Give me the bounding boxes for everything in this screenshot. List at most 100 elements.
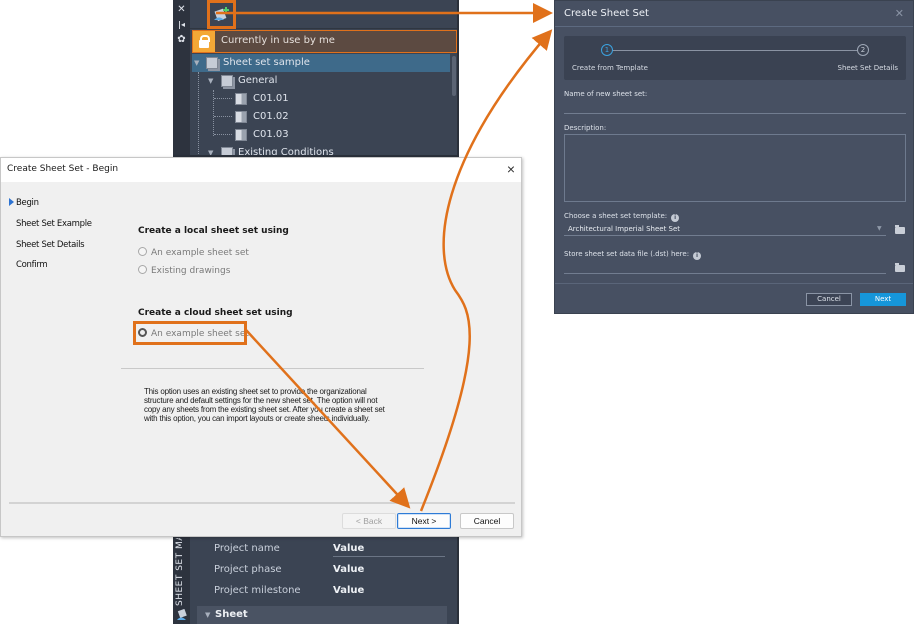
settings-icon[interactable]: ✿ xyxy=(176,34,187,45)
close-icon[interactable]: × xyxy=(507,161,515,177)
radio-label: An example sheet set xyxy=(151,248,249,258)
local-example-radio[interactable]: An example sheet set xyxy=(138,247,249,258)
create-sheet-set-dialog: Create Sheet Set ✕ 1 2 Create from Templ… xyxy=(554,0,914,314)
expand-icon[interactable]: ▼ xyxy=(208,144,213,155)
property-value[interactable]: Value xyxy=(333,564,364,575)
step-2-indicator: 2 xyxy=(857,44,869,56)
new-sheet-set-button[interactable] xyxy=(207,0,236,29)
lock-icon xyxy=(193,31,215,52)
property-label: Project milestone xyxy=(214,585,301,596)
tree-item-label: C01.03 xyxy=(253,129,289,140)
nav-step-confirm: Confirm xyxy=(16,260,48,270)
lock-status-text: Currently in use by me xyxy=(221,35,335,46)
dialog-header: Create Sheet Set ✕ xyxy=(555,1,913,27)
store-label-text: Store sheet set data file (.dst) here: xyxy=(564,250,690,258)
lock-status-bar: Currently in use by me xyxy=(192,30,457,53)
property-value[interactable]: Value xyxy=(333,585,364,596)
sheet-icon xyxy=(235,111,247,123)
tree-item-label: Existing Conditions xyxy=(238,147,334,157)
nav-step-begin: Begin xyxy=(16,198,39,208)
step-1-indicator: 1 xyxy=(601,44,613,56)
close-icon[interactable]: ✕ xyxy=(176,4,187,15)
next-button[interactable]: Next xyxy=(860,293,906,306)
sheet-set-manager-palette: ✕ |◂ ✿ Currently in use by me ▼ Sheet se… xyxy=(173,0,459,157)
cloud-section-header: Create a cloud sheet set using xyxy=(138,308,293,318)
collapse-icon[interactable]: ▼ xyxy=(205,606,210,624)
template-select-value[interactable]: Architectural Imperial Sheet Set xyxy=(568,225,680,233)
sheet-section-header[interactable]: ▼ Sheet xyxy=(197,606,447,624)
template-select[interactable] xyxy=(564,235,886,236)
cancel-button[interactable]: Cancel xyxy=(806,293,852,306)
palette-side-strip: SHEET SET MANAGER xyxy=(173,536,190,624)
new-sheet-set-icon xyxy=(214,7,229,22)
folder-icon[interactable] xyxy=(895,263,905,272)
radio-icon xyxy=(138,265,147,274)
subset-icon xyxy=(221,147,233,155)
folder-icon[interactable] xyxy=(895,225,905,234)
nav-step-sheet-set-example: Sheet Set Example xyxy=(16,219,92,229)
tree-item-sheet[interactable]: C01.03 xyxy=(192,126,450,144)
tree-item-subset[interactable]: ▼ General xyxy=(192,72,450,90)
back-button[interactable]: < Back xyxy=(342,513,396,529)
description-textarea[interactable] xyxy=(564,134,906,202)
step-1-label: Create from Template xyxy=(572,64,648,72)
palette-title: SHEET SET MANAGER xyxy=(175,538,185,606)
tree-scrollbar[interactable] xyxy=(452,56,456,96)
property-value[interactable]: Value xyxy=(333,543,364,554)
sheet-set-icon xyxy=(206,57,218,69)
property-value-underline xyxy=(333,556,445,557)
store-label: Store sheet set data file (.dst) here: i xyxy=(564,250,702,260)
tree-item-sheet-set[interactable]: ▼ Sheet set sample xyxy=(192,54,450,72)
stepper-line xyxy=(612,50,860,51)
tree-guide xyxy=(198,72,199,154)
option-description: This option uses an existing sheet set t… xyxy=(144,387,385,423)
close-icon[interactable]: ✕ xyxy=(895,7,904,20)
next-button[interactable]: Next > xyxy=(397,513,451,529)
palette-side-strip: ✕ |◂ ✿ xyxy=(173,0,190,155)
tree-item-sheet[interactable]: C01.01 xyxy=(192,90,450,108)
tree-item-label: C01.01 xyxy=(253,93,289,104)
tree-item-sheet[interactable]: C01.02 xyxy=(192,108,450,126)
info-icon[interactable]: i xyxy=(693,252,702,260)
expand-icon[interactable]: ▼ xyxy=(194,54,199,72)
existing-drawings-radio[interactable]: Existing drawings xyxy=(138,265,230,276)
tree-item-label: General xyxy=(238,75,278,86)
sheet-set-manager-icon xyxy=(177,609,187,620)
info-icon[interactable]: i xyxy=(671,214,680,222)
local-section-header: Create a local sheet set using xyxy=(138,226,289,236)
tree-item-subset[interactable]: ▼ Existing Conditions xyxy=(192,144,450,157)
sheet-tree: ▼ Sheet set sample ▼ General C01.01 C01.… xyxy=(192,54,450,157)
dialog-title: Create Sheet Set - Begin xyxy=(7,164,119,174)
chevron-down-icon[interactable]: ▼ xyxy=(877,225,882,232)
radio-icon xyxy=(138,247,147,256)
divider xyxy=(121,368,424,369)
section-label: Sheet xyxy=(215,609,248,620)
palette-toolbar xyxy=(190,0,457,29)
subset-icon xyxy=(221,75,233,87)
annotation-highlight-box xyxy=(133,321,247,345)
expand-icon[interactable]: ▼ xyxy=(208,72,213,90)
sheet-icon xyxy=(235,93,247,105)
name-input[interactable] xyxy=(564,113,906,114)
nav-step-sheet-set-details: Sheet Set Details xyxy=(16,240,85,250)
store-path-input[interactable] xyxy=(564,273,886,274)
description-label: Description: xyxy=(564,124,607,132)
divider xyxy=(555,283,913,284)
property-label: Project phase xyxy=(214,564,282,575)
radio-label: Existing drawings xyxy=(151,266,231,276)
sheet-set-manager-details: SHEET SET MANAGER Project name Value Pro… xyxy=(173,536,459,624)
create-sheet-set-begin-dialog: Create Sheet Set - Begin × Begin Sheet S… xyxy=(0,157,522,537)
template-label: Choose a sheet set template: i xyxy=(564,212,680,222)
cancel-button[interactable]: Cancel xyxy=(460,513,514,529)
tree-item-label: Sheet set sample xyxy=(223,57,310,68)
tree-guide xyxy=(214,116,232,117)
dialog-title: Create Sheet Set xyxy=(564,8,649,19)
wizard-stepper: 1 2 Create from Template Sheet Set Detai… xyxy=(564,36,906,80)
tree-item-label: C01.02 xyxy=(253,111,289,122)
tree-guide xyxy=(213,90,214,136)
name-label: Name of new sheet set: xyxy=(564,90,648,98)
template-label-text: Choose a sheet set template: xyxy=(564,212,668,220)
auto-hide-icon[interactable]: |◂ xyxy=(176,19,187,30)
step-2-label: Sheet Set Details xyxy=(837,64,898,72)
sheet-icon xyxy=(235,129,247,141)
